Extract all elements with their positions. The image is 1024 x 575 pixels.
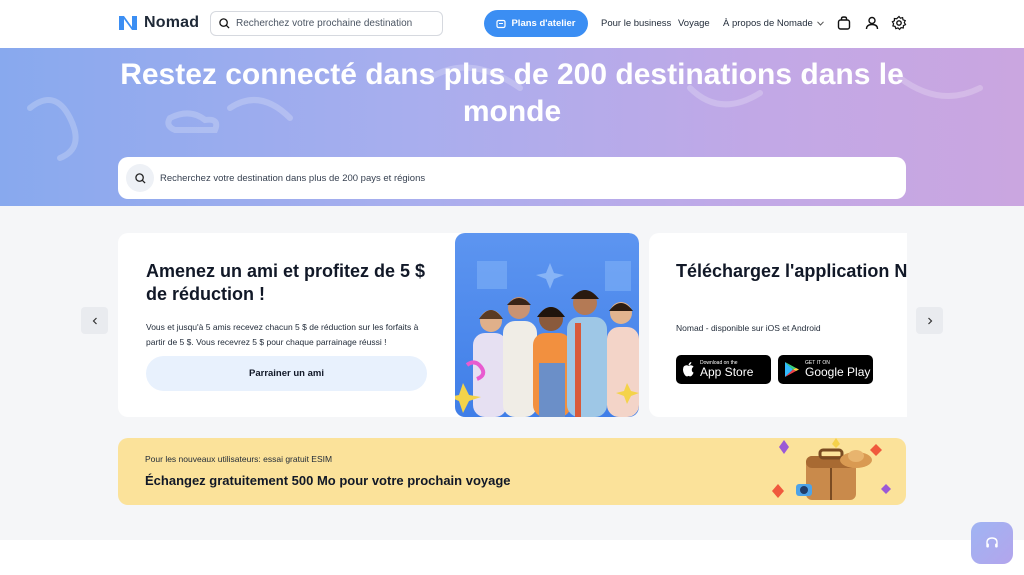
- esim-trial-banner[interactable]: Pour les nouveaux utilisateurs: essai gr…: [118, 438, 906, 505]
- nav-business-link[interactable]: Pour le business: [601, 18, 671, 29]
- support-chat-button[interactable]: [971, 522, 1013, 564]
- gear-icon[interactable]: [891, 15, 907, 31]
- nav-about-dropdown[interactable]: À propos de Nomade: [723, 18, 824, 29]
- logo-icon: [119, 16, 137, 30]
- apple-icon: [683, 362, 694, 377]
- referral-title: Amenez un ami et profitez de 5 $ de rédu…: [146, 261, 426, 304]
- app-store-badge[interactable]: Download on the App Store: [676, 355, 771, 384]
- nav-about-label: À propos de Nomade: [723, 18, 813, 29]
- search-icon: [219, 18, 230, 29]
- carousel-prev-button[interactable]: [81, 307, 108, 334]
- referral-card: Amenez un ami et profitez de 5 $ de rédu…: [118, 233, 639, 417]
- promo-eyebrow: Pour les nouveaux utilisateurs: essai gr…: [145, 454, 333, 464]
- brand-logo[interactable]: Nomad: [117, 13, 199, 33]
- hero-banner: Restez connecté dans plus de 200 destina…: [0, 48, 1024, 206]
- app-download-title: Téléchargez l'application No: [676, 261, 907, 281]
- plans-icon: [496, 19, 507, 28]
- bag-icon[interactable]: [836, 15, 852, 31]
- app-download-subtitle: Nomad - disponible sur iOS et Android: [676, 323, 821, 333]
- app-download-card: Téléchargez l'application No Nomad - dis…: [649, 233, 907, 417]
- app-store-big-text: App Store: [700, 365, 754, 379]
- chevron-left-icon: [92, 317, 97, 324]
- plans-button-label: Plans d'atelier: [511, 18, 576, 29]
- headset-icon: [986, 537, 998, 548]
- plans-button[interactable]: Plans d'atelier: [484, 10, 588, 37]
- header-search-field[interactable]: [210, 11, 443, 36]
- chevron-right-icon: [927, 317, 932, 324]
- friends-group-photo: [455, 233, 639, 417]
- refer-friend-button[interactable]: Parrainer un ami: [146, 356, 427, 391]
- user-icon[interactable]: [864, 15, 880, 31]
- carousel-next-button[interactable]: [916, 307, 943, 334]
- google-play-big-text: Google Play: [805, 365, 871, 379]
- nav-voyage-link[interactable]: Voyage: [678, 18, 710, 29]
- hero-search-icon[interactable]: [126, 164, 154, 192]
- brand-name: Nomad: [144, 14, 200, 31]
- header-search-input[interactable]: [236, 18, 436, 29]
- hero-title: Restez connecté dans plus de 200 destina…: [120, 58, 904, 128]
- top-nav-bar: Nomad Plans d'atelier Pour le business V…: [0, 0, 1024, 48]
- chevron-down-icon: [816, 21, 824, 26]
- promo-headline: Échangez gratuitement 500 Mo pour votre …: [145, 473, 511, 488]
- referral-description: Vous et jusqu'à 5 amis recevez chacun 5 …: [146, 322, 419, 347]
- luggage-illustration: [772, 438, 891, 500]
- hero-search-input[interactable]: [160, 172, 860, 184]
- page-bottom-band: [0, 540, 1024, 575]
- google-play-badge[interactable]: GET IT ON Google Play: [778, 355, 873, 384]
- google-play-icon: [785, 362, 799, 377]
- hero-search-bar[interactable]: [118, 157, 906, 199]
